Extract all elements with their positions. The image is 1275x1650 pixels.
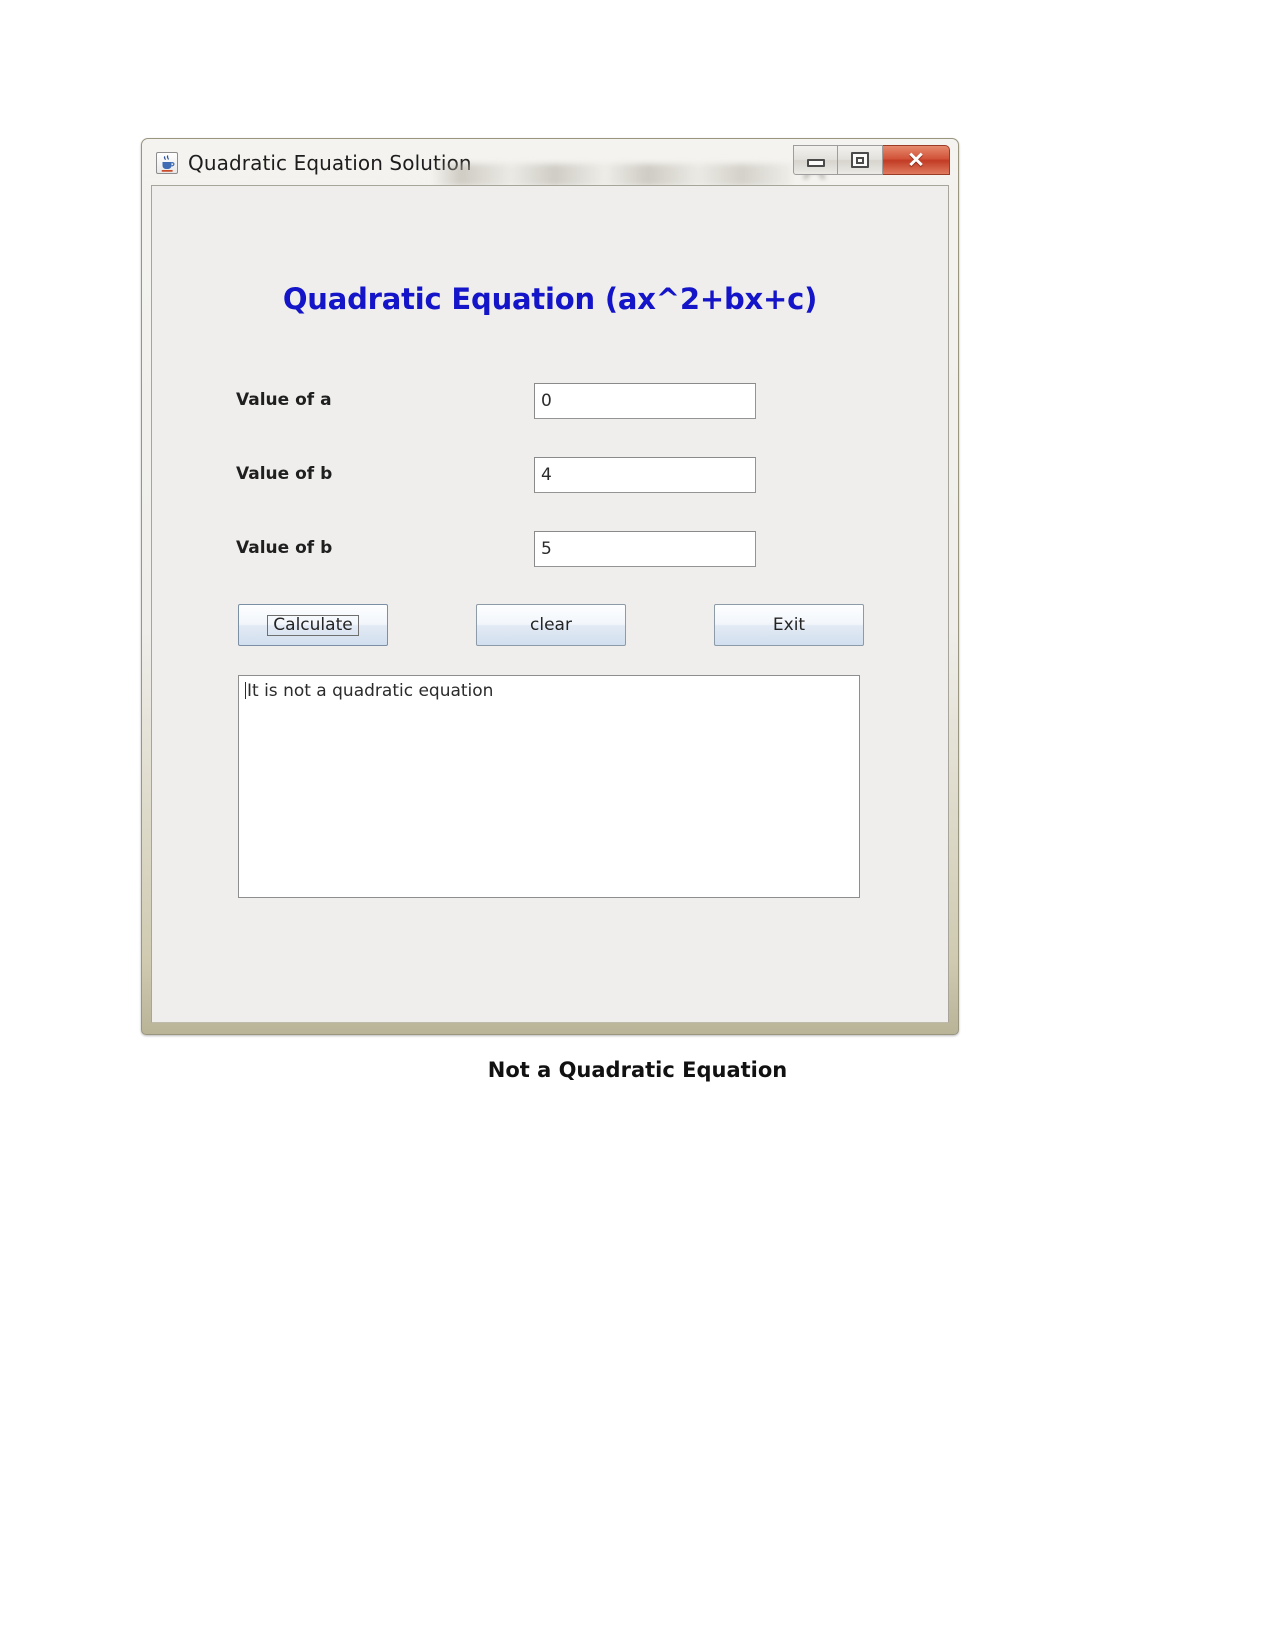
form-row-b: Value of b [152,457,948,493]
clear-button-label: clear [530,615,572,635]
button-row: Calculate clear Exit [152,604,948,646]
input-value-of-a[interactable] [534,383,756,419]
java-coffee-cup-icon [156,152,178,174]
background-blur-artifact [432,164,792,186]
minimize-icon [806,159,825,167]
window-title: Quadratic Equation Solution [188,151,472,175]
label-value-of-b: Value of b [236,464,333,484]
input-value-of-b-2[interactable] [534,531,756,567]
exit-button[interactable]: Exit [714,604,864,646]
close-icon: ✕ [907,148,925,172]
maximize-button[interactable] [838,145,883,175]
result-text: It is not a quadratic equation [247,681,494,701]
form-row-c: Value of b [152,531,948,567]
figure-caption: Not a Quadratic Equation [487,1058,788,1082]
calculate-button-label: Calculate [267,614,359,636]
application-window: Quadratic Equation Solution A ✕ Quadrati… [141,138,959,1035]
close-button[interactable]: ✕ [883,145,950,175]
text-caret [245,682,246,699]
title-bar[interactable]: Quadratic Equation Solution A ✕ [147,143,953,187]
input-value-of-b[interactable] [534,457,756,493]
maximize-icon [851,152,869,168]
minimize-button[interactable] [793,145,838,175]
page-title: Quadratic Equation (ax^2+bx+c) [282,282,818,316]
form-row-a: Value of a [152,383,948,419]
calculate-button[interactable]: Calculate [238,604,388,646]
window-controls: ✕ [793,145,950,175]
clear-button[interactable]: clear [476,604,626,646]
exit-button-label: Exit [772,615,806,635]
result-textarea[interactable]: It is not a quadratic equation [238,675,860,898]
client-area: Quadratic Equation (ax^2+bx+c) Value of … [151,185,949,1023]
label-value-of-b-2: Value of b [236,538,333,558]
label-value-of-a: Value of a [236,390,332,410]
